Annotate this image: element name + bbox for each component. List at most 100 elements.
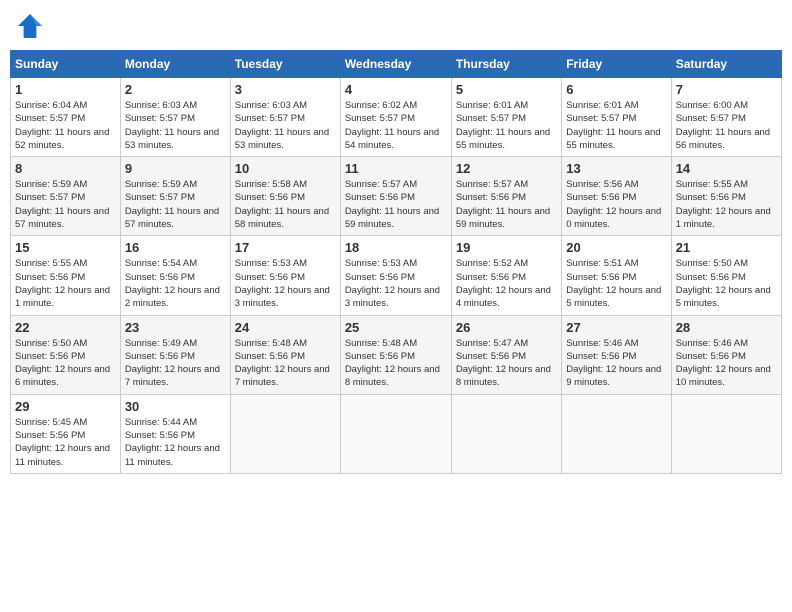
calendar-cell [230,394,340,473]
day-info: Sunrise: 5:47 AM Sunset: 5:56 PM Dayligh… [456,337,557,390]
day-info: Sunrise: 5:48 AM Sunset: 5:56 PM Dayligh… [345,337,447,390]
day-info: Sunrise: 5:46 AM Sunset: 5:56 PM Dayligh… [676,337,777,390]
day-info: Sunrise: 5:55 AM Sunset: 5:56 PM Dayligh… [676,178,777,231]
day-number: 29 [15,399,116,414]
day-number: 30 [125,399,226,414]
day-number: 3 [235,82,336,97]
calendar-cell: 28 Sunrise: 5:46 AM Sunset: 5:56 PM Dayl… [671,315,781,394]
calendar-cell: 17 Sunrise: 5:53 AM Sunset: 5:56 PM Dayl… [230,236,340,315]
calendar-cell: 25 Sunrise: 5:48 AM Sunset: 5:56 PM Dayl… [340,315,451,394]
calendar-cell: 5 Sunrise: 6:01 AM Sunset: 5:57 PM Dayli… [451,78,561,157]
calendar-cell: 14 Sunrise: 5:55 AM Sunset: 5:56 PM Dayl… [671,157,781,236]
calendar-cell: 12 Sunrise: 5:57 AM Sunset: 5:56 PM Dayl… [451,157,561,236]
day-number: 21 [676,240,777,255]
calendar-cell: 2 Sunrise: 6:03 AM Sunset: 5:57 PM Dayli… [120,78,230,157]
day-info: Sunrise: 5:59 AM Sunset: 5:57 PM Dayligh… [125,178,226,231]
calendar-cell: 10 Sunrise: 5:58 AM Sunset: 5:56 PM Dayl… [230,157,340,236]
day-number: 12 [456,161,557,176]
day-info: Sunrise: 6:02 AM Sunset: 5:57 PM Dayligh… [345,99,447,152]
day-number: 28 [676,320,777,335]
day-header-sunday: Sunday [11,51,121,78]
day-header-thursday: Thursday [451,51,561,78]
day-number: 27 [566,320,666,335]
day-number: 5 [456,82,557,97]
day-number: 7 [676,82,777,97]
day-number: 14 [676,161,777,176]
calendar-cell [562,394,671,473]
day-number: 4 [345,82,447,97]
day-number: 2 [125,82,226,97]
calendar-cell: 29 Sunrise: 5:45 AM Sunset: 5:56 PM Dayl… [11,394,121,473]
calendar-cell: 24 Sunrise: 5:48 AM Sunset: 5:56 PM Dayl… [230,315,340,394]
page-header [10,10,782,42]
day-header-saturday: Saturday [671,51,781,78]
day-number: 23 [125,320,226,335]
calendar-cell: 15 Sunrise: 5:55 AM Sunset: 5:56 PM Dayl… [11,236,121,315]
calendar-week-1: 1 Sunrise: 6:04 AM Sunset: 5:57 PM Dayli… [11,78,782,157]
day-number: 1 [15,82,116,97]
day-number: 18 [345,240,447,255]
day-info: Sunrise: 5:57 AM Sunset: 5:56 PM Dayligh… [456,178,557,231]
day-info: Sunrise: 5:51 AM Sunset: 5:56 PM Dayligh… [566,257,666,310]
calendar-cell: 23 Sunrise: 5:49 AM Sunset: 5:56 PM Dayl… [120,315,230,394]
day-info: Sunrise: 6:01 AM Sunset: 5:57 PM Dayligh… [456,99,557,152]
calendar-cell: 21 Sunrise: 5:50 AM Sunset: 5:56 PM Dayl… [671,236,781,315]
day-info: Sunrise: 5:53 AM Sunset: 5:56 PM Dayligh… [235,257,336,310]
day-number: 26 [456,320,557,335]
calendar-cell: 30 Sunrise: 5:44 AM Sunset: 5:56 PM Dayl… [120,394,230,473]
day-info: Sunrise: 5:50 AM Sunset: 5:56 PM Dayligh… [676,257,777,310]
calendar-cell: 22 Sunrise: 5:50 AM Sunset: 5:56 PM Dayl… [11,315,121,394]
day-number: 11 [345,161,447,176]
day-info: Sunrise: 5:58 AM Sunset: 5:56 PM Dayligh… [235,178,336,231]
calendar-cell: 11 Sunrise: 5:57 AM Sunset: 5:56 PM Dayl… [340,157,451,236]
calendar-cell: 9 Sunrise: 5:59 AM Sunset: 5:57 PM Dayli… [120,157,230,236]
calendar-cell: 1 Sunrise: 6:04 AM Sunset: 5:57 PM Dayli… [11,78,121,157]
day-number: 19 [456,240,557,255]
calendar-cell: 7 Sunrise: 6:00 AM Sunset: 5:57 PM Dayli… [671,78,781,157]
day-number: 13 [566,161,666,176]
day-info: Sunrise: 5:46 AM Sunset: 5:56 PM Dayligh… [566,337,666,390]
day-info: Sunrise: 6:00 AM Sunset: 5:57 PM Dayligh… [676,99,777,152]
calendar-cell: 8 Sunrise: 5:59 AM Sunset: 5:57 PM Dayli… [11,157,121,236]
day-info: Sunrise: 6:01 AM Sunset: 5:57 PM Dayligh… [566,99,666,152]
day-info: Sunrise: 6:04 AM Sunset: 5:57 PM Dayligh… [15,99,116,152]
calendar-cell: 20 Sunrise: 5:51 AM Sunset: 5:56 PM Dayl… [562,236,671,315]
calendar-cell: 18 Sunrise: 5:53 AM Sunset: 5:56 PM Dayl… [340,236,451,315]
calendar-cell: 13 Sunrise: 5:56 AM Sunset: 5:56 PM Dayl… [562,157,671,236]
calendar-week-2: 8 Sunrise: 5:59 AM Sunset: 5:57 PM Dayli… [11,157,782,236]
day-info: Sunrise: 5:54 AM Sunset: 5:56 PM Dayligh… [125,257,226,310]
day-header-monday: Monday [120,51,230,78]
day-header-friday: Friday [562,51,671,78]
day-number: 22 [15,320,116,335]
calendar-cell [671,394,781,473]
calendar-week-5: 29 Sunrise: 5:45 AM Sunset: 5:56 PM Dayl… [11,394,782,473]
calendar-cell: 27 Sunrise: 5:46 AM Sunset: 5:56 PM Dayl… [562,315,671,394]
day-info: Sunrise: 6:03 AM Sunset: 5:57 PM Dayligh… [125,99,226,152]
day-info: Sunrise: 5:57 AM Sunset: 5:56 PM Dayligh… [345,178,447,231]
calendar-cell [451,394,561,473]
day-number: 20 [566,240,666,255]
calendar-header-row: SundayMondayTuesdayWednesdayThursdayFrid… [11,51,782,78]
day-info: Sunrise: 5:45 AM Sunset: 5:56 PM Dayligh… [15,416,116,469]
day-number: 24 [235,320,336,335]
day-info: Sunrise: 5:52 AM Sunset: 5:56 PM Dayligh… [456,257,557,310]
day-info: Sunrise: 5:44 AM Sunset: 5:56 PM Dayligh… [125,416,226,469]
day-info: Sunrise: 5:50 AM Sunset: 5:56 PM Dayligh… [15,337,116,390]
calendar-cell: 3 Sunrise: 6:03 AM Sunset: 5:57 PM Dayli… [230,78,340,157]
calendar-cell [340,394,451,473]
calendar-cell: 4 Sunrise: 6:02 AM Sunset: 5:57 PM Dayli… [340,78,451,157]
logo-icon [14,10,46,42]
day-info: Sunrise: 6:03 AM Sunset: 5:57 PM Dayligh… [235,99,336,152]
calendar-week-3: 15 Sunrise: 5:55 AM Sunset: 5:56 PM Dayl… [11,236,782,315]
day-number: 15 [15,240,116,255]
day-header-wednesday: Wednesday [340,51,451,78]
calendar-cell: 26 Sunrise: 5:47 AM Sunset: 5:56 PM Dayl… [451,315,561,394]
day-info: Sunrise: 5:56 AM Sunset: 5:56 PM Dayligh… [566,178,666,231]
day-info: Sunrise: 5:48 AM Sunset: 5:56 PM Dayligh… [235,337,336,390]
calendar-table: SundayMondayTuesdayWednesdayThursdayFrid… [10,50,782,474]
calendar-cell: 6 Sunrise: 6:01 AM Sunset: 5:57 PM Dayli… [562,78,671,157]
day-number: 17 [235,240,336,255]
day-number: 9 [125,161,226,176]
logo [14,10,50,42]
day-info: Sunrise: 5:59 AM Sunset: 5:57 PM Dayligh… [15,178,116,231]
